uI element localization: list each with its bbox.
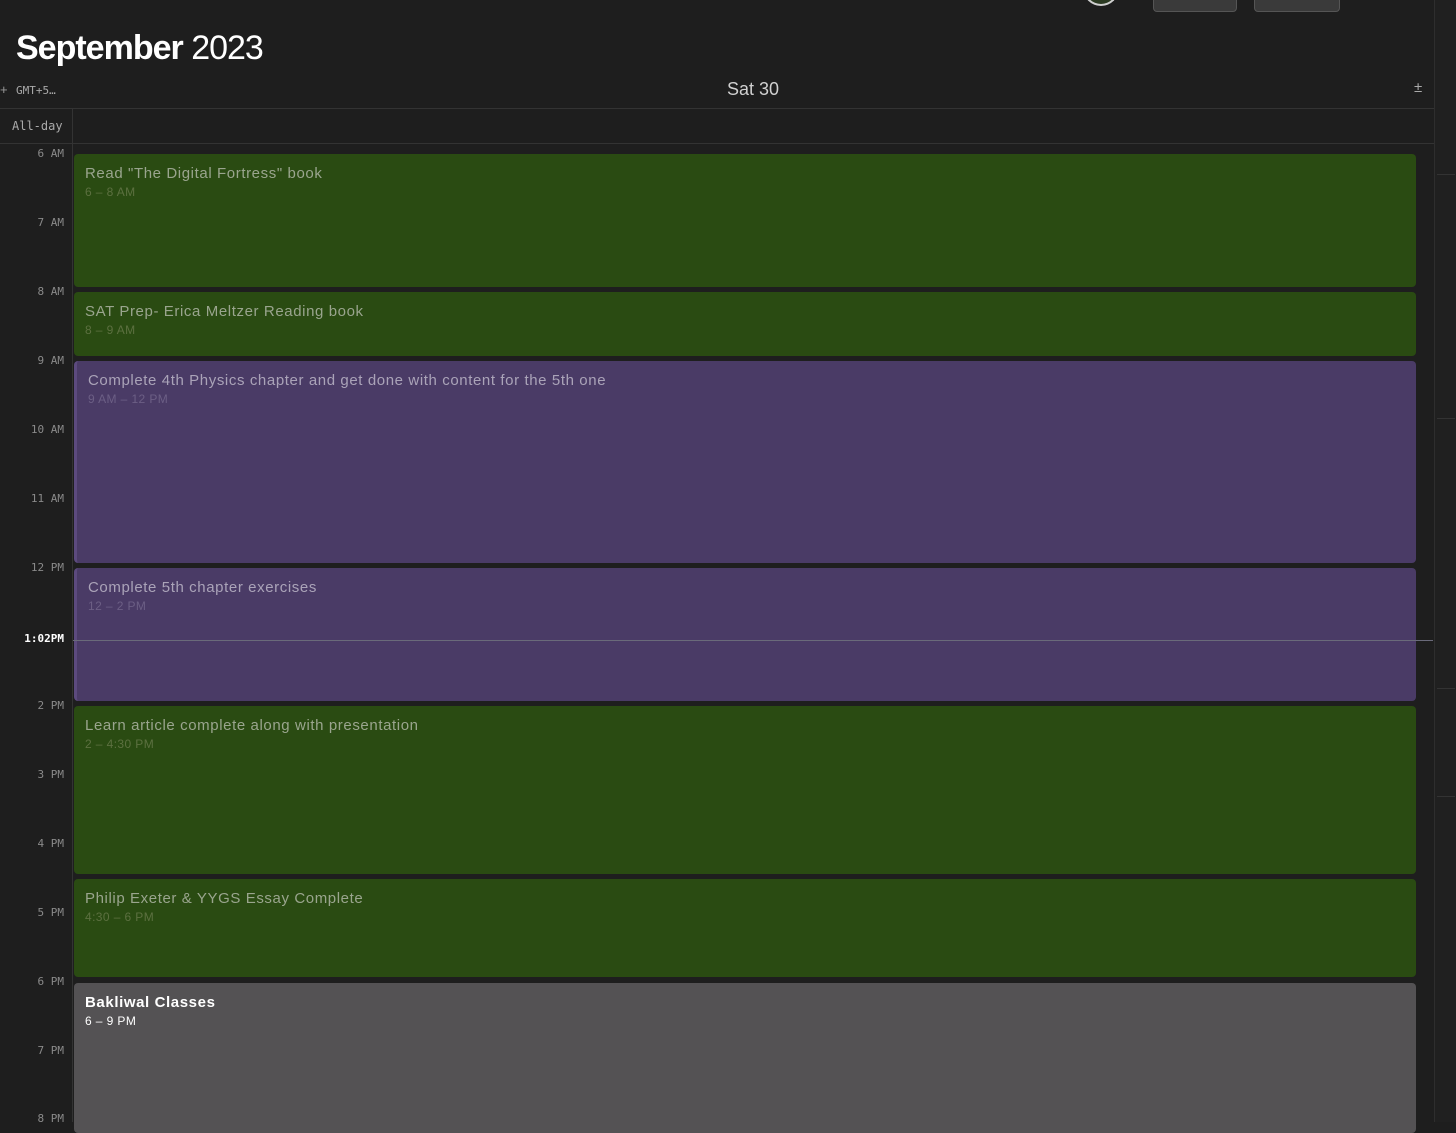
timezone-label[interactable]: GMT+5… (16, 84, 56, 97)
side-panel-divider (1437, 796, 1455, 797)
plus-minus-icon[interactable]: ± (1414, 79, 1422, 96)
event-sat-prep[interactable]: SAT Prep- Erica Meltzer Reading book 8 –… (74, 292, 1416, 356)
event-learn-article[interactable]: Learn article complete along with presen… (74, 706, 1416, 874)
hour-label: 6 AM (37, 147, 65, 160)
hour-label: 11 AM (30, 492, 64, 505)
event-read-digital-fortress[interactable]: Read "The Digital Fortress" book 6 – 8 A… (74, 154, 1416, 287)
side-panel-divider (1437, 688, 1455, 689)
side-panel-edge (1434, 0, 1456, 1122)
event-time: 6 – 9 PM (85, 1014, 137, 1028)
event-chapter-exercises[interactable]: Complete 5th chapter exercises 12 – 2 PM (74, 568, 1416, 701)
side-panel-divider (1437, 418, 1455, 419)
page-title: September 2023 (16, 28, 264, 68)
current-time-indicator (73, 640, 1433, 641)
top-toolbar (0, 0, 1456, 30)
title-year: 2023 (191, 29, 264, 67)
hour-label: 9 AM (37, 354, 65, 367)
hour-label: 6 PM (37, 975, 65, 988)
event-title: Bakliwal Classes (85, 994, 216, 1011)
event-title: Learn article complete along with presen… (85, 717, 419, 734)
all-day-label: All-day (12, 119, 63, 133)
hour-label: 7 PM (37, 1044, 65, 1057)
event-time: 6 – 8 AM (85, 185, 136, 199)
title-month: September (16, 29, 184, 67)
event-time: 8 – 9 AM (85, 323, 136, 337)
hour-label: 2 PM (37, 699, 65, 712)
event-title: SAT Prep- Erica Meltzer Reading book (85, 303, 364, 320)
event-essay-complete[interactable]: Philip Exeter & YYGS Essay Complete 4:30… (74, 879, 1416, 977)
event-title: Complete 5th chapter exercises (88, 579, 317, 596)
event-physics-chapter[interactable]: Complete 4th Physics chapter and get don… (74, 361, 1416, 563)
event-title: Philip Exeter & YYGS Essay Complete (85, 890, 364, 907)
current-time-label: 1:02PM (24, 632, 64, 645)
hour-label: 7 AM (37, 216, 65, 229)
event-title: Read "The Digital Fortress" book (85, 165, 323, 182)
event-time: 9 AM – 12 PM (88, 392, 169, 406)
avatar[interactable] (1083, 0, 1119, 6)
all-day-row[interactable]: All-day (0, 109, 1436, 144)
hour-label: 3 PM (37, 768, 65, 781)
event-time: 12 – 2 PM (88, 599, 147, 613)
event-time: 4:30 – 6 PM (85, 910, 155, 924)
hour-label: 8 PM (37, 1112, 65, 1125)
hour-label: 5 PM (37, 906, 65, 919)
timezone-marker-icon: + (0, 82, 8, 97)
event-bakliwal-classes[interactable]: Bakliwal Classes 6 – 9 PM (74, 983, 1416, 1133)
hour-label: 8 AM (37, 285, 65, 298)
toolbar-button-left[interactable] (1153, 0, 1237, 12)
day-column-header[interactable]: Sat 30 (727, 79, 779, 100)
hour-label: 10 AM (30, 423, 64, 436)
event-time: 2 – 4:30 PM (85, 737, 155, 751)
toolbar-button-right[interactable] (1254, 0, 1340, 12)
time-gutter-divider (72, 109, 73, 1122)
day-header-row: + GMT+5… Sat 30 ± (0, 72, 1436, 109)
hour-label: 12 PM (30, 561, 64, 574)
side-panel-divider (1437, 174, 1455, 175)
event-title: Complete 4th Physics chapter and get don… (88, 372, 607, 389)
hour-label: 4 PM (37, 837, 65, 850)
